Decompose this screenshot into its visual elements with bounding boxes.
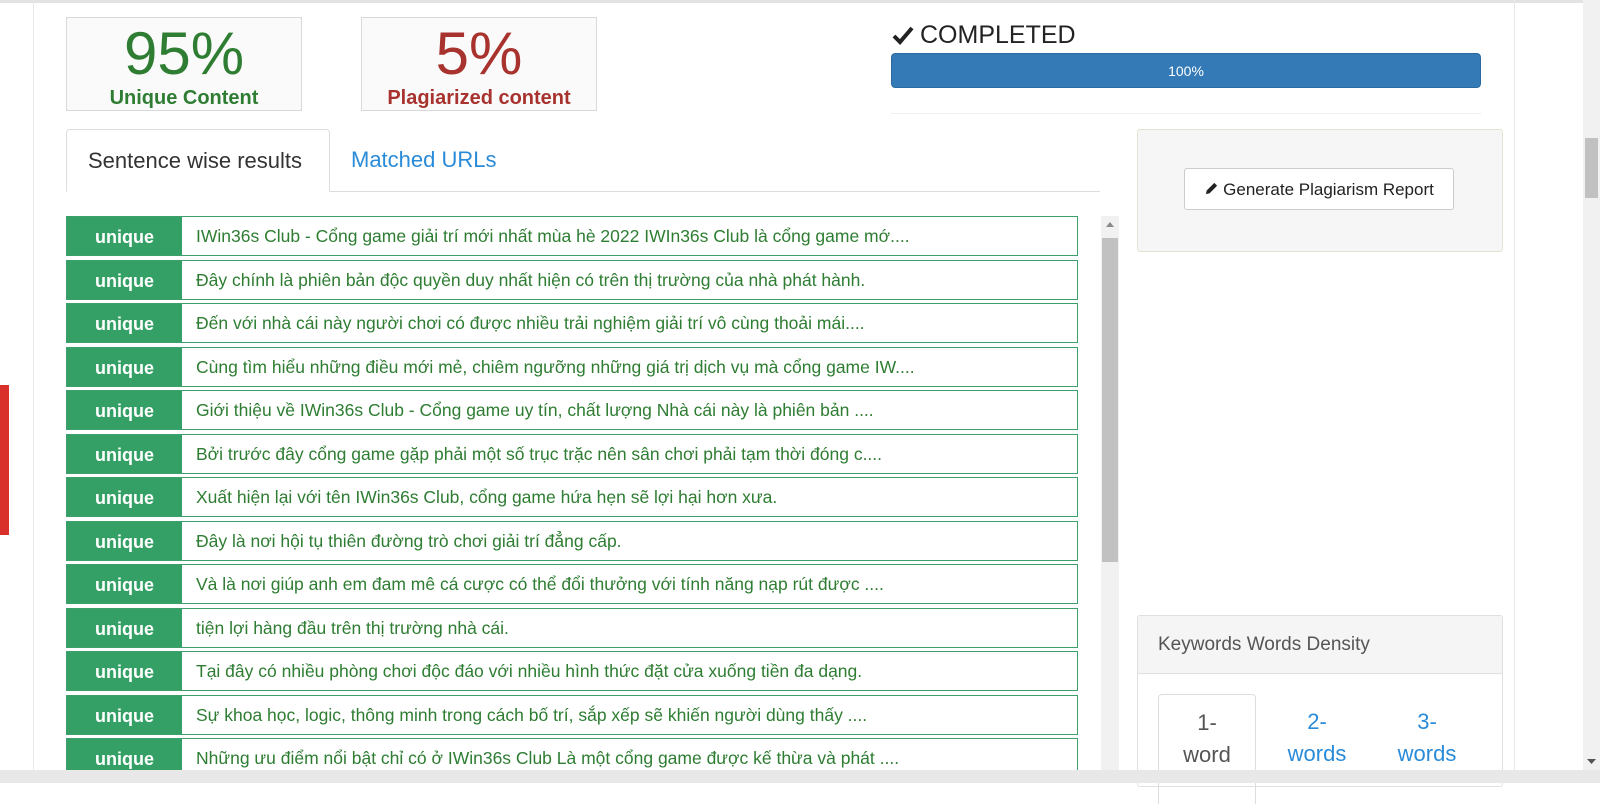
result-sentence: Tại đây có nhiều phòng chơi độc đáo với … xyxy=(196,661,863,681)
result-row[interactable]: unique Và là nơi giúp anh em đam mê cá cư… xyxy=(66,564,1078,604)
result-row[interactable]: unique Sự khoa học, logic, thông minh tro… xyxy=(66,694,1078,735)
unique-badge: unique xyxy=(67,260,182,299)
result-sentence: Và là nơi giúp anh em đam mê cá cược có … xyxy=(196,574,884,594)
tab-2-words-line1: 2- xyxy=(1307,709,1327,734)
bottom-taskbar-strip xyxy=(0,770,1600,783)
page-scrollbar[interactable] xyxy=(1583,0,1600,770)
unique-badge: unique xyxy=(67,304,182,342)
scroll-down-arrow-icon[interactable] xyxy=(1583,752,1600,770)
keywords-density-title: Keywords Words Density xyxy=(1138,616,1502,674)
scroll-up-arrow-icon[interactable] xyxy=(1101,216,1119,234)
unique-percent: 95% xyxy=(123,20,245,87)
result-sentence: tiện lợi hàng đầu trên thị trường nhà cá… xyxy=(196,617,509,638)
tab-2-words[interactable]: 2- words xyxy=(1268,694,1366,770)
unique-badge: unique xyxy=(67,347,182,386)
tab-1-word[interactable]: 1- word xyxy=(1158,694,1256,804)
keywords-density-panel: Keywords Words Density 1- word 2- words … xyxy=(1137,615,1503,804)
unique-badge: unique xyxy=(67,695,182,734)
pencil-icon xyxy=(1206,182,1218,195)
tab-3-words-line1: 3- xyxy=(1417,709,1437,734)
unique-badge: unique xyxy=(67,434,182,473)
result-sentence: IWin36s Club - Cổng game giải trí mới nh… xyxy=(196,226,910,246)
tab-3-words[interactable]: 3- words xyxy=(1378,694,1476,770)
tab-matched-urls[interactable]: Matched URLs xyxy=(330,129,518,191)
tab-sentence-wise-results[interactable]: Sentence wise results xyxy=(66,129,330,192)
unique-badge: unique xyxy=(67,478,182,516)
tab-2-words-line2: words xyxy=(1287,741,1347,766)
result-row[interactable]: unique Cùng tìm hiểu những điều mới mẻ, c… xyxy=(66,346,1078,387)
sentence-results-list: unique IWin36s Club - Cổng game giải trí … xyxy=(66,216,1078,782)
generate-report-button[interactable]: Generate Plagiarism Report xyxy=(1184,168,1454,210)
tab-1-word-line1: 1- xyxy=(1197,710,1217,735)
result-sentence: Đây là nơi hội tụ thiên đường trò chơi g… xyxy=(196,530,622,551)
result-row[interactable]: unique Đây là nơi hội tụ thiên đường trò … xyxy=(66,520,1078,561)
status-heading: COMPLETED xyxy=(892,20,1076,50)
progress-bar-track: 100% xyxy=(891,53,1481,88)
checkmark-icon xyxy=(892,26,914,45)
unique-badge: unique xyxy=(67,217,182,255)
result-row[interactable]: unique Xuất hiện lại với tên IWin36s Club… xyxy=(66,477,1078,517)
tab-3-words-line2: words xyxy=(1397,741,1457,766)
unique-badge: unique xyxy=(67,652,182,690)
generate-report-label: Generate Plagiarism Report xyxy=(1223,180,1434,199)
result-row[interactable]: unique Tại đây có nhiều phòng chơi độc đá… xyxy=(66,651,1078,691)
page-border-left xyxy=(33,0,34,770)
status-divider xyxy=(891,113,1481,114)
result-row[interactable]: unique Đến với nhà cái này người chơi có … xyxy=(66,303,1078,343)
unique-label: Unique Content xyxy=(109,87,259,109)
result-sentence: Xuất hiện lại với tên IWin36s Club, cổng… xyxy=(196,487,778,507)
result-sentence: Đây chính là phiên bản độc quyền duy nhấ… xyxy=(196,269,866,290)
unique-content-box: 95% Unique Content xyxy=(66,17,302,111)
report-panel: Generate Plagiarism Report xyxy=(1137,129,1503,252)
progress-bar-fill: 100% xyxy=(891,53,1481,88)
result-row[interactable]: unique Bởi trước đây cổng game gặp phải m… xyxy=(66,433,1078,474)
result-sentence: Bởi trước đây cổng game gặp phải một số … xyxy=(196,443,883,464)
result-sentence: Giới thiệu về IWin36s Club - Cổng game u… xyxy=(196,400,874,420)
result-row[interactable]: unique Giới thiệu về IWin36s Club - Cổng … xyxy=(66,390,1078,430)
unique-badge: unique xyxy=(67,521,182,560)
plagiarized-percent: 5% xyxy=(435,20,523,87)
results-scrollbar-thumb[interactable] xyxy=(1102,238,1118,562)
side-feedback-tab[interactable] xyxy=(0,385,9,535)
page-border-right xyxy=(1514,0,1515,770)
result-row[interactable]: unique Đây chính là phiên bản độc quyền d… xyxy=(66,259,1078,300)
top-divider xyxy=(0,0,1600,3)
plagiarized-content-box: 5% Plagiarized content xyxy=(361,17,597,111)
results-tabs: Sentence wise results Matched URLs xyxy=(66,129,1100,192)
result-sentence: Đến với nhà cái này người chơi có được n… xyxy=(196,313,865,333)
result-sentence: Cùng tìm hiểu những điều mới mẻ, chiêm n… xyxy=(196,356,915,377)
result-row[interactable]: unique tiện lợi hàng đầu trên thị trường … xyxy=(66,607,1078,648)
unique-badge: unique xyxy=(67,391,182,429)
result-row[interactable]: unique IWin36s Club - Cổng game giải trí … xyxy=(66,216,1078,256)
result-sentence: Sự khoa học, logic, thông minh trong các… xyxy=(196,704,868,725)
unique-badge: unique xyxy=(67,608,182,647)
plagiarized-label: Plagiarized content xyxy=(387,87,571,109)
page-scrollbar-thumb[interactable] xyxy=(1585,138,1598,198)
tab-1-word-line2: word xyxy=(1183,742,1231,767)
status-text: COMPLETED xyxy=(920,21,1076,49)
unique-badge: unique xyxy=(67,565,182,603)
